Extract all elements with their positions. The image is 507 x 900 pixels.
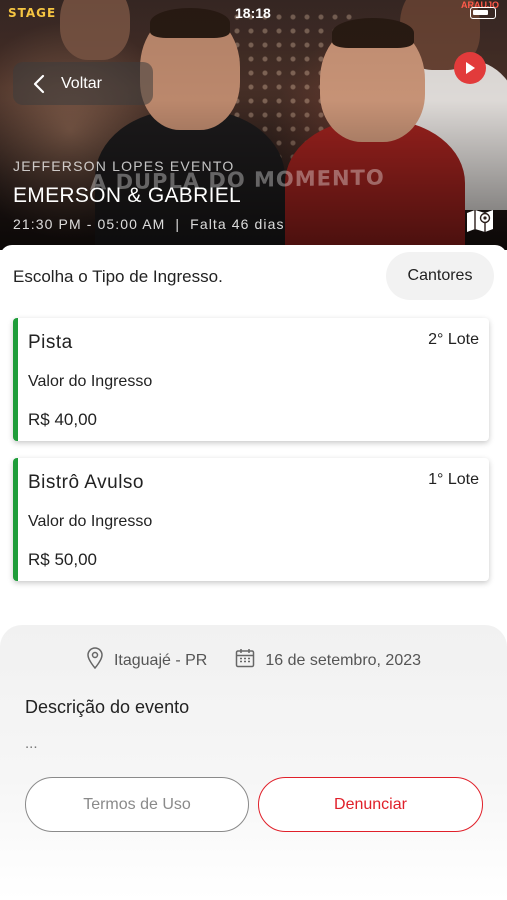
report-button[interactable]: Denunciar xyxy=(258,777,483,832)
play-icon xyxy=(466,62,475,74)
brand-logo: STAGE xyxy=(8,6,57,20)
event-date: 16 de setembro, 2023 xyxy=(265,651,422,669)
ticket-price: R$ 40,00 xyxy=(28,410,97,429)
terms-of-use-button[interactable]: Termos de Uso xyxy=(25,777,249,832)
event-info-panel: Itaguajé - PR 16 de setembro, 2023 Descr… xyxy=(0,625,507,900)
event-schedule-row: 21:30 PM - 05:00 AM | Falta 46 dias xyxy=(13,216,285,232)
ticket-card[interactable]: Pista 2° Lote Valor do Ingresso R$ 40,00 xyxy=(13,318,489,441)
event-organizer: JEFFERSON LOPES EVENTO xyxy=(13,158,235,174)
description-title: Descrição do evento xyxy=(25,697,190,717)
play-button[interactable] xyxy=(454,52,486,84)
battery-icon xyxy=(470,7,496,19)
event-countdown: Falta 46 dias xyxy=(190,216,285,232)
status-time: 18:18 xyxy=(235,5,271,21)
location-pin-icon xyxy=(86,647,104,674)
separator: | xyxy=(175,216,181,232)
ticket-name: Bistrô Avulso xyxy=(28,472,144,493)
ticket-lot: 2° Lote xyxy=(428,331,479,348)
ticket-sheet: Escolha o Tipo de Ingresso. Cantores Pis… xyxy=(0,245,507,900)
calendar-icon xyxy=(235,648,255,673)
event-meta-row: Itaguajé - PR 16 de setembro, 2023 xyxy=(0,647,507,674)
ticket-name: Pista xyxy=(28,332,73,353)
ticket-lot: 1° Lote xyxy=(428,471,479,488)
chevron-left-icon xyxy=(33,74,45,94)
ticket-card[interactable]: Bistrô Avulso 1° Lote Valor do Ingresso … xyxy=(13,458,489,581)
ticket-price: R$ 50,00 xyxy=(28,550,97,569)
map-icon xyxy=(467,210,493,232)
description-text: ... xyxy=(25,735,38,752)
event-schedule: 21:30 PM - 05:00 AM xyxy=(13,216,166,232)
ticket-value-label: Valor do Ingresso xyxy=(28,373,153,390)
singers-button[interactable]: Cantores xyxy=(386,252,494,300)
event-title: EMERSON & GABRIEL xyxy=(13,184,241,207)
banner-shade xyxy=(0,0,507,250)
event-banner: A DUPLA DO MOMENTO STAGE ARAUJO 18:18 Vo… xyxy=(0,0,507,250)
back-button[interactable]: Voltar xyxy=(13,62,153,105)
ticket-value-label: Valor do Ingresso xyxy=(28,513,153,530)
event-location: Itaguajé - PR xyxy=(113,651,208,669)
map-button[interactable] xyxy=(466,207,494,238)
back-label: Voltar xyxy=(61,74,102,92)
ticket-type-heading: Escolha o Tipo de Ingresso. xyxy=(13,267,223,286)
